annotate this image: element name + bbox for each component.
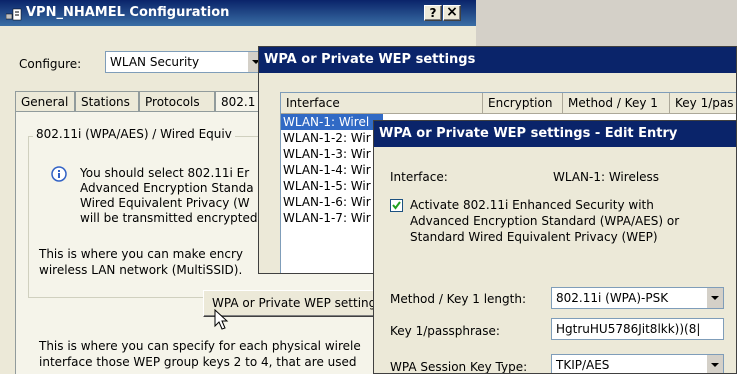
interface-label: Interface: xyxy=(390,170,448,184)
close-button[interactable]: × xyxy=(443,5,461,21)
configure-select[interactable]: WLAN Security xyxy=(105,51,265,73)
group-title: 802.11i (WPA/AES) / Wired Equiv xyxy=(33,127,235,141)
list-title-bar[interactable]: WPA or Private WEP settings xyxy=(259,47,736,73)
session-key-select[interactable]: TKIP/AES xyxy=(551,354,724,373)
edit-window-title: WPA or Private WEP settings - Edit Entry xyxy=(379,126,678,141)
list-window-title: WPA or Private WEP settings xyxy=(264,52,476,67)
table-body: WLAN-1: Wirel WLAN-1-2: Wir WLAN-1-3: Wi… xyxy=(281,113,383,273)
table-row[interactable]: WLAN-1-4: Wir xyxy=(281,162,383,178)
configure-label: Configure: xyxy=(19,57,82,71)
method-select[interactable]: 802.11i (WPA)-PSK xyxy=(551,287,724,309)
tab-general[interactable]: General xyxy=(15,91,75,111)
passphrase-value: HgtruHU5786Jit8lkk))(8| xyxy=(556,322,701,336)
table-row[interactable]: WLAN-1-3: Wir xyxy=(281,146,383,162)
checkbox-line-3: Standard Wired Equivalent Privacy (WEP) xyxy=(410,230,658,244)
key-label: Key 1/passphrase: xyxy=(390,324,500,338)
app-icon xyxy=(5,6,22,21)
main-window-title: VPN_NHAMEL Configuration xyxy=(26,5,230,20)
session-label: WPA Session Key Type: xyxy=(390,360,528,374)
info-line-4: will be transmitted encrypted. xyxy=(80,211,262,225)
checkbox-line-1: Activate 802.11i Enhanced Security with xyxy=(410,198,654,212)
table-row[interactable]: WLAN-1-7: Wir xyxy=(281,210,383,226)
tab-protocols[interactable]: Protocols xyxy=(139,91,215,111)
activate-checkbox[interactable] xyxy=(390,199,403,212)
table-row[interactable]: WLAN-1: Wirel xyxy=(281,114,383,130)
edit-entry-window: WPA or Private WEP settings - Edit Entry… xyxy=(373,120,737,374)
col-key[interactable]: Key 1/pas xyxy=(670,93,736,113)
para1-line-1: This is where you can make encry xyxy=(39,247,244,261)
checkmark-icon xyxy=(392,201,401,210)
method-label: Method / Key 1 length: xyxy=(390,292,526,306)
mouse-cursor-icon xyxy=(214,309,229,330)
main-title-bar[interactable]: VPN_NHAMEL Configuration ? × xyxy=(0,0,476,26)
col-encryption[interactable]: Encryption xyxy=(483,93,563,113)
interface-value: WLAN-1: Wireless xyxy=(553,170,660,184)
info-line-1: You should select 802.11i Er xyxy=(80,166,250,180)
checkbox-line-2: Advanced Encryption Standard (WPA/AES) o… xyxy=(410,214,680,228)
info-line-3: Wired Equivalent Privacy (W xyxy=(80,196,250,210)
tab-stations[interactable]: Stations xyxy=(75,91,139,111)
passphrase-input[interactable]: HgtruHU5786Jit8lkk))(8| xyxy=(551,318,724,340)
para2-line-1: This is where you can specify for each p… xyxy=(39,339,361,353)
table-header: Interface Encryption Method / Key 1 Key … xyxy=(281,93,736,114)
method-select-value: 802.11i (WPA)-PSK xyxy=(556,291,669,305)
table-row[interactable]: WLAN-1-6: Wir xyxy=(281,194,383,210)
para2-line-2: interface those WEP group keys 2 to 4, t… xyxy=(39,355,357,369)
para1-line-2: wireless LAN network (MultiSSID). xyxy=(39,263,243,277)
edit-title-bar[interactable]: WPA or Private WEP settings - Edit Entry xyxy=(374,121,736,147)
configure-select-value: WLAN Security xyxy=(110,55,200,69)
chevron-down-icon[interactable] xyxy=(706,355,723,373)
table-row[interactable]: WLAN-1-5: Wir xyxy=(281,178,383,194)
help-button[interactable]: ? xyxy=(424,5,442,21)
col-method[interactable]: Method / Key 1 xyxy=(563,93,670,113)
info-icon xyxy=(51,166,67,182)
table-row[interactable]: WLAN-1-2: Wir xyxy=(281,130,383,146)
col-interface[interactable]: Interface xyxy=(281,93,483,113)
info-line-2: Advanced Encryption Standa xyxy=(80,181,254,195)
chevron-down-icon[interactable] xyxy=(706,288,723,308)
session-select-value: TKIP/AES xyxy=(556,358,610,372)
